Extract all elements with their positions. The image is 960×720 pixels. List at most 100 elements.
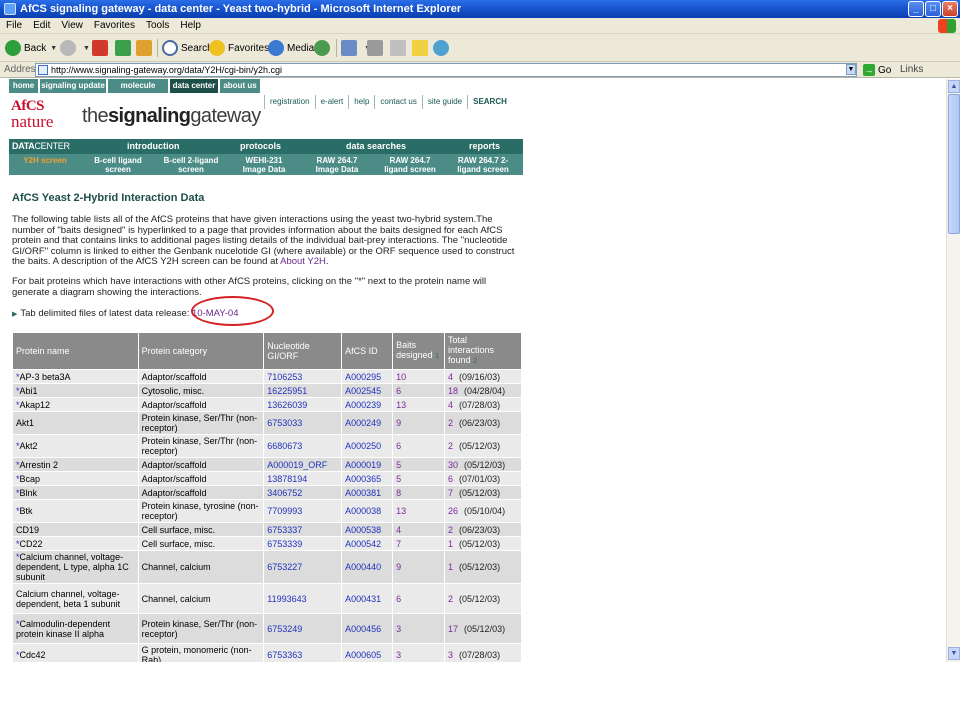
cell-afcs-id[interactable]: A000538: [341, 522, 394, 537]
screen-raw-2-ligand[interactable]: RAW 264.7 2- ligand screen: [447, 156, 519, 174]
nucleotide-link[interactable]: 6753033: [267, 418, 302, 428]
afcs-id-link[interactable]: A000542: [345, 539, 381, 549]
screen-y2h[interactable]: Y2H screen: [9, 156, 81, 165]
nucleotide-link[interactable]: 16225951: [267, 386, 307, 396]
cell-nucleotide[interactable]: 6753337: [263, 522, 343, 537]
afcs-id-link[interactable]: A000295: [345, 372, 381, 382]
afcs-id-link[interactable]: A000365: [345, 474, 381, 484]
baits-link[interactable]: 5: [396, 474, 401, 484]
nature-logo[interactable]: nature: [11, 112, 53, 132]
cell-nucleotide[interactable]: 16225951: [263, 383, 343, 398]
cell-nucleotide[interactable]: 6753363: [263, 643, 343, 662]
scroll-thumb[interactable]: [948, 94, 960, 234]
forward-dropdown-icon[interactable]: ▼: [83, 45, 90, 52]
afcs-id-link[interactable]: A000456: [345, 624, 381, 634]
screen-raw-image[interactable]: RAW 264.7 Image Data: [301, 156, 373, 174]
cell-total[interactable]: 26 (05/10/04): [444, 499, 522, 523]
scroll-down-icon[interactable]: ▼: [948, 647, 960, 660]
cell-baits[interactable]: 6: [392, 583, 446, 614]
menu-help[interactable]: Help: [174, 18, 206, 31]
cell-total[interactable]: 18 (04/28/04): [444, 383, 522, 398]
baits-link[interactable]: 4: [396, 525, 401, 535]
total-interactions-link[interactable]: 4: [448, 372, 453, 382]
cell-afcs-id[interactable]: A000250: [341, 434, 394, 458]
total-interactions-link[interactable]: 1: [448, 562, 453, 572]
cell-baits[interactable]: 13: [392, 499, 446, 523]
address-dropdown-icon[interactable]: ▼: [846, 64, 856, 75]
back-dropdown-icon[interactable]: ▼: [50, 45, 57, 52]
total-interactions-link[interactable]: 6: [448, 474, 453, 484]
afcs-id-link[interactable]: A000431: [345, 594, 381, 604]
cell-baits[interactable]: 5: [392, 457, 446, 472]
cell-total[interactable]: 1 (05/12/03): [444, 550, 522, 584]
media-button[interactable]: Media: [268, 37, 314, 59]
favorites-button[interactable]: Favorites: [209, 37, 269, 59]
cell-total[interactable]: 6 (07/01/03): [444, 471, 522, 486]
cell-baits[interactable]: 13: [392, 397, 446, 412]
total-interactions-link[interactable]: 2: [448, 441, 453, 451]
afcs-id-link[interactable]: A000381: [345, 488, 381, 498]
baits-link[interactable]: 6: [396, 441, 401, 451]
cell-baits[interactable]: 8: [392, 485, 446, 500]
baits-link[interactable]: 6: [396, 386, 401, 396]
baits-link[interactable]: 13: [396, 506, 406, 516]
baits-link[interactable]: 6: [396, 594, 401, 604]
cell-baits[interactable]: 9: [392, 550, 446, 584]
cell-baits[interactable]: 10: [392, 369, 446, 384]
cell-nucleotide[interactable]: 6753339: [263, 536, 343, 551]
dc-protocols[interactable]: protocols: [240, 141, 281, 151]
baits-link[interactable]: 3: [396, 650, 401, 660]
nucleotide-link[interactable]: 7106253: [267, 372, 302, 382]
cell-total[interactable]: 7 (05/12/03): [444, 485, 522, 500]
baits-link[interactable]: 3: [396, 624, 401, 634]
cell-afcs-id[interactable]: A000365: [341, 471, 394, 486]
afcs-id-link[interactable]: A000250: [345, 441, 381, 451]
cell-nucleotide[interactable]: 6753033: [263, 411, 343, 435]
nav-home[interactable]: home: [9, 79, 38, 93]
screen-wehi-231[interactable]: WEHI-231 Image Data: [228, 156, 300, 174]
nucleotide-link[interactable]: 3406752: [267, 488, 302, 498]
maximize-button[interactable]: □: [925, 1, 941, 17]
cell-total[interactable]: 17 (05/12/03): [444, 613, 522, 644]
afcs-id-link[interactable]: A000538: [345, 525, 381, 535]
nucleotide-link[interactable]: 7709993: [267, 506, 302, 516]
discuss-button[interactable]: [412, 37, 431, 59]
screen-raw-ligand[interactable]: RAW 264.7 ligand screen: [374, 156, 446, 174]
nav-molecule-pages[interactable]: molecule pages: [108, 79, 168, 104]
cell-afcs-id[interactable]: A000249: [341, 411, 394, 435]
cell-afcs-id[interactable]: A002545: [341, 383, 394, 398]
total-interactions-link[interactable]: 7: [448, 488, 453, 498]
total-interactions-link[interactable]: 26: [448, 506, 458, 516]
cell-afcs-id[interactable]: A000295: [341, 369, 394, 384]
messenger-button[interactable]: [433, 37, 452, 59]
link-e-alert[interactable]: e-alert: [314, 95, 349, 109]
scroll-up-icon[interactable]: ▲: [948, 80, 960, 93]
menu-tools[interactable]: Tools: [140, 18, 174, 31]
print-button[interactable]: [367, 37, 386, 59]
screen-bcell-ligand[interactable]: B-cell ligand screen: [82, 156, 154, 174]
cell-nucleotide[interactable]: 6680673: [263, 434, 343, 458]
total-interactions-link[interactable]: 3: [448, 650, 453, 660]
total-interactions-link[interactable]: 17: [448, 624, 458, 634]
nucleotide-link[interactable]: 6753337: [267, 525, 302, 535]
total-interactions-link[interactable]: 2: [448, 594, 453, 604]
cell-total[interactable]: 2 (06/23/03): [444, 411, 522, 435]
cell-total[interactable]: 2 (05/12/03): [444, 434, 522, 458]
total-interactions-link[interactable]: 30: [448, 460, 458, 470]
total-interactions-link[interactable]: 18: [448, 386, 458, 396]
back-button[interactable]: Back ▼: [5, 37, 57, 59]
home-button[interactable]: [136, 37, 155, 59]
cell-nucleotide[interactable]: 13878194: [263, 471, 343, 486]
cell-baits[interactable]: 4: [392, 522, 446, 537]
link-search[interactable]: SEARCH: [467, 95, 512, 109]
cell-nucleotide[interactable]: A000019_ORF: [263, 457, 343, 472]
nucleotide-link[interactable]: 6753249: [267, 624, 302, 634]
forward-button[interactable]: ▼: [60, 37, 90, 59]
dc-introduction[interactable]: introduction: [127, 141, 180, 151]
address-input[interactable]: http://www.signaling-gateway.org/data/Y2…: [35, 63, 857, 77]
link-help[interactable]: help: [348, 95, 374, 109]
nucleotide-link[interactable]: A000019_ORF: [267, 460, 327, 470]
nucleotide-link[interactable]: 13878194: [267, 474, 307, 484]
cell-afcs-id[interactable]: A000019: [341, 457, 394, 472]
total-interactions-link[interactable]: 2: [448, 525, 453, 535]
